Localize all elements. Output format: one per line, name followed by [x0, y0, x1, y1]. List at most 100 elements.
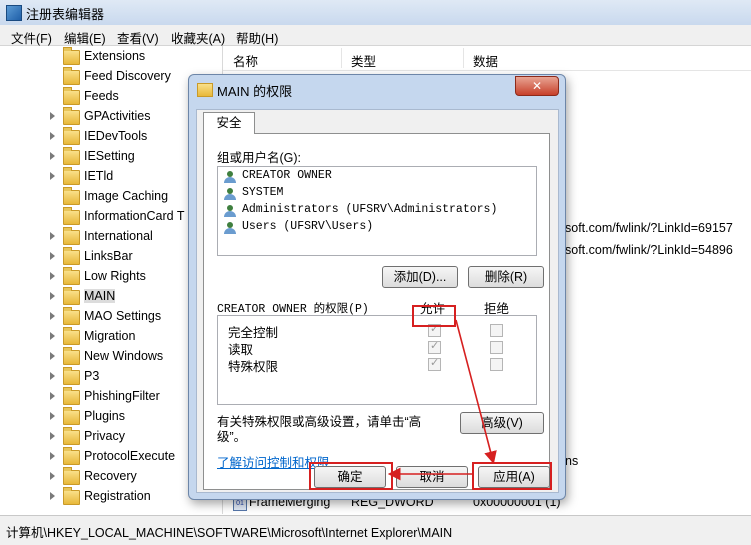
folder-icon [63, 107, 80, 125]
tree-item-label: Migration [84, 329, 136, 343]
expand-arrow-icon[interactable] [50, 352, 55, 360]
folder-icon [63, 147, 80, 165]
folder-icon [63, 387, 80, 405]
user-name: SYSTEM [242, 186, 284, 199]
tree-item-label: LinksBar [84, 249, 133, 263]
permissions-dialog: MAIN 的权限 ✕ 安全 组或用户名(G): CREATOR OWNER SY… [188, 74, 566, 500]
tree-item-label: IETld [84, 169, 114, 183]
status-bar: 计算机\HKEY_LOCAL_MACHINE\SOFTWARE\Microsof… [0, 515, 751, 545]
list-item[interactable]: Users (UFSRV\Users) [218, 220, 518, 236]
menu-file[interactable]: 文件(F) [11, 28, 52, 47]
user-list[interactable]: CREATOR OWNER SYSTEM Administrators (UFS… [217, 166, 537, 256]
group-label: 组或用户名(G): [217, 151, 302, 165]
folder-icon [63, 247, 80, 265]
close-button[interactable]: ✕ [515, 76, 559, 96]
cancel-button[interactable]: 取消 [396, 466, 468, 488]
list-data-fragment: ns [565, 454, 579, 468]
security-panel: 组或用户名(G): CREATOR OWNER SYSTEM Administr… [203, 133, 550, 490]
folder-icon [63, 187, 80, 205]
user-group-icon [224, 188, 237, 200]
list-data-fragment: soft.com/fwlink/?LinkId=54896 [565, 243, 733, 257]
folder-icon [63, 127, 80, 145]
tree-item-label: Plugins [84, 409, 125, 423]
tree-item-label: International [84, 229, 153, 243]
tab-security[interactable]: 安全 [203, 112, 255, 134]
folder-icon [63, 467, 80, 485]
user-group-icon [224, 205, 237, 217]
title-bar: 注册表编辑器 [0, 0, 751, 25]
add-button[interactable]: 添加(D)... [382, 266, 458, 288]
deny-special-checkbox[interactable] [490, 358, 503, 371]
user-name: Users (UFSRV\Users) [242, 220, 374, 233]
folder-icon [63, 407, 80, 425]
expand-arrow-icon[interactable] [50, 372, 55, 380]
tree-item-label: GPActivities [84, 109, 151, 123]
tree-item-label: Recovery [84, 469, 137, 483]
user-group-icon [224, 171, 237, 183]
folder-icon [63, 427, 80, 445]
expand-arrow-icon[interactable] [50, 432, 55, 440]
allow-read-checkbox[interactable] [428, 339, 441, 354]
tree-item-label: New Windows [84, 349, 164, 363]
deny-read-checkbox[interactable] [490, 341, 503, 354]
expand-arrow-icon[interactable] [50, 452, 55, 460]
remove-button[interactable]: 删除(R) [468, 266, 544, 288]
folder-icon [63, 167, 80, 185]
menu-favorites[interactable]: 收藏夹(A) [171, 28, 225, 47]
tree-item-label: Image Caching [84, 189, 169, 203]
tree-item-label: Low Rights [84, 269, 146, 283]
permission-special: 特殊权限 [228, 360, 279, 374]
expand-arrow-icon[interactable] [50, 272, 55, 280]
expand-arrow-icon[interactable] [50, 232, 55, 240]
folder-icon [63, 367, 80, 385]
list-item[interactable]: SYSTEM [218, 186, 518, 202]
tree-item-label: InformationCard T [84, 209, 185, 223]
folder-icon [63, 227, 80, 245]
status-path: 计算机\HKEY_LOCAL_MACHINE\SOFTWARE\Microsof… [6, 526, 453, 540]
allow-special-checkbox[interactable] [428, 356, 441, 371]
list-header: 名称 类型 数据 [223, 46, 751, 71]
expand-arrow-icon[interactable] [50, 492, 55, 500]
annotation-highlight-apply [472, 462, 552, 490]
expand-arrow-icon[interactable] [50, 172, 55, 180]
tree-item[interactable]: Extensions [0, 47, 222, 67]
column-name[interactable]: 名称 [233, 51, 258, 70]
folder-icon [63, 327, 80, 345]
folder-icon [63, 267, 80, 285]
regedit-icon [6, 5, 22, 21]
folder-icon [63, 47, 80, 65]
user-group-icon [224, 222, 237, 234]
annotation-highlight-ok [309, 462, 393, 490]
annotation-highlight-allow [412, 305, 456, 327]
expand-arrow-icon[interactable] [50, 392, 55, 400]
menu-edit[interactable]: 编辑(E) [64, 28, 106, 47]
menu-view[interactable]: 查看(V) [117, 28, 159, 47]
advanced-button[interactable]: 高级(V) [460, 412, 544, 434]
expand-arrow-icon[interactable] [50, 112, 55, 120]
menu-help[interactable]: 帮助(H) [236, 28, 278, 47]
expand-arrow-icon[interactable] [50, 472, 55, 480]
tree-item-label: Privacy [84, 429, 125, 443]
permissions-label: CREATOR OWNER 的权限(P) [217, 303, 369, 316]
column-type[interactable]: 类型 [351, 51, 376, 70]
expand-arrow-icon[interactable] [50, 332, 55, 340]
expand-arrow-icon[interactable] [50, 312, 55, 320]
folder-icon [63, 487, 80, 505]
expand-arrow-icon[interactable] [50, 252, 55, 260]
expand-arrow-icon[interactable] [50, 292, 55, 300]
folder-icon [63, 87, 80, 105]
list-item[interactable]: Administrators (UFSRV\Administrators) [218, 203, 534, 219]
column-data[interactable]: 数据 [473, 51, 498, 70]
folder-icon [63, 287, 80, 305]
user-name: Administrators (UFSRV\Administrators) [242, 203, 498, 216]
menu-bar: 文件(F) 编辑(E) 查看(V) 收藏夹(A) 帮助(H) [0, 25, 751, 46]
expand-arrow-icon[interactable] [50, 132, 55, 140]
expand-arrow-icon[interactable] [50, 412, 55, 420]
folder-icon [63, 447, 80, 465]
tree-item-label: P3 [84, 369, 100, 383]
special-permission-hint-cont: 级”。 [217, 430, 247, 444]
list-item[interactable]: CREATOR OWNER [218, 169, 518, 185]
expand-arrow-icon[interactable] [50, 152, 55, 160]
list-data-fragment: soft.com/fwlink/?LinkId=69157 [565, 221, 733, 235]
deny-full-control-checkbox[interactable] [490, 324, 503, 337]
